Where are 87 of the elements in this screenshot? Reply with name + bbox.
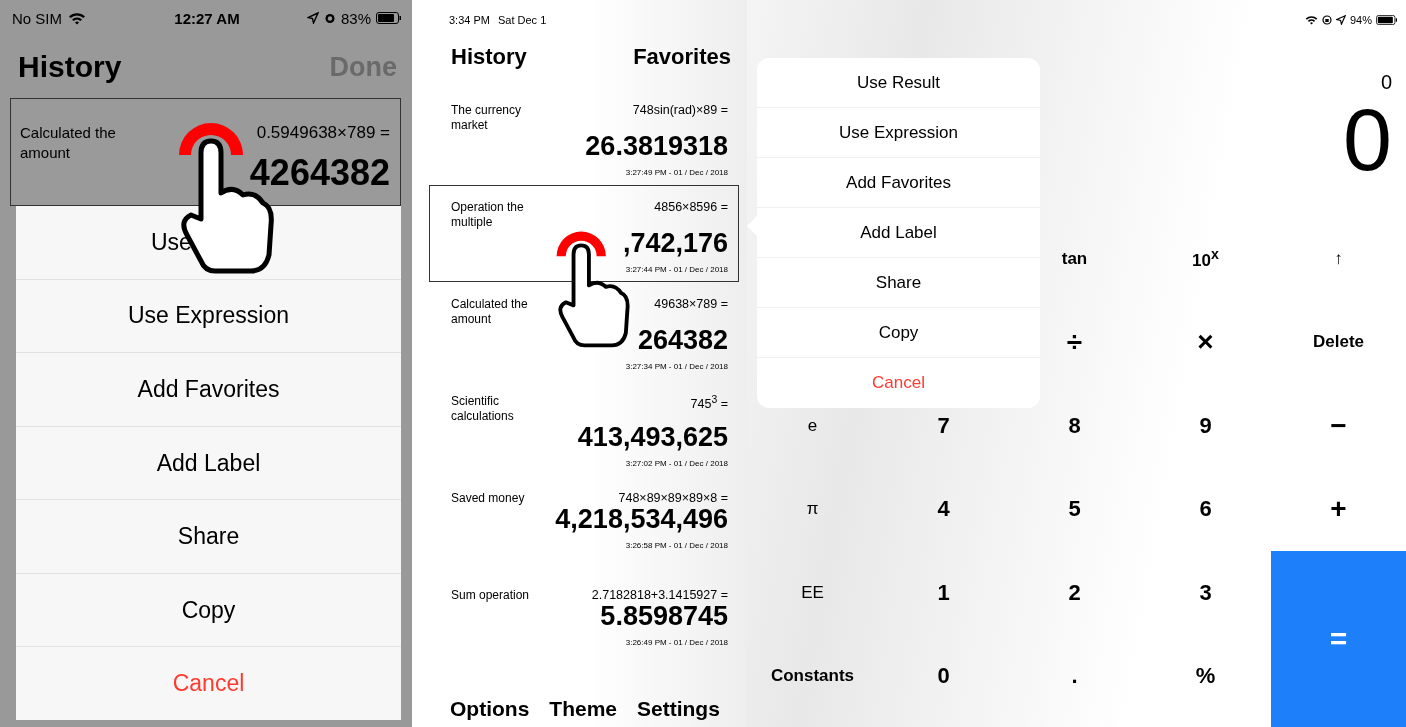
entry-label: Calculated the amount (451, 297, 529, 327)
bottom-menu-item[interactable]: Options (450, 697, 530, 721)
action-sheet-item[interactable]: Copy (16, 573, 401, 648)
keypad-key[interactable]: . (1009, 634, 1140, 718)
keypad-key[interactable]: Delete (1271, 300, 1406, 384)
battery-percent: 94% (1349, 14, 1372, 26)
action-sheet-item[interactable]: Use Expression (16, 279, 401, 354)
entry-expression: 748sin(rad)×89 = (632, 103, 728, 119)
alarm-clock-icon (323, 12, 336, 24)
history-title: History (18, 50, 122, 84)
keypad-key[interactable]: Constants (747, 634, 878, 718)
entry-result: 4264382 (249, 152, 390, 194)
entry-result: 4,218,534,496 (555, 504, 728, 535)
entry-expression: 49638×789 = (654, 297, 728, 313)
entry-label: Saved money (451, 491, 526, 506)
keypad-key[interactable]: + (1271, 467, 1406, 551)
entry-result: 413,493,625 (577, 422, 728, 453)
keypad-key[interactable]: 10$^{x}$ (1140, 217, 1271, 301)
entry-expression: 745$^{3}$ = (690, 394, 728, 414)
history-entry[interactable]: Saved money 748×89×89×89×8 = 4,218,534,496 3:26:58 PM - 01 / Dec / 2018 (429, 476, 739, 573)
entry-expression: 0.5949638×789 = (256, 123, 390, 144)
context-menu-item[interactable]: Use Expression (757, 108, 1040, 158)
battery-icon (376, 12, 402, 24)
bottom-menu-item[interactable]: Theme (549, 697, 617, 721)
keypad-key[interactable]: π (747, 467, 878, 551)
entry-timestamp: 3:27:44 PM - 01 / Dec / 2018 (625, 265, 728, 274)
context-menu-item[interactable]: Share (757, 258, 1040, 308)
context-menu-item[interactable]: Add Favorites (757, 158, 1040, 208)
context-menu-item[interactable]: Copy (757, 308, 1040, 358)
entry-expression: 4856×8596 = (654, 200, 728, 216)
rotation-lock-icon (1321, 15, 1332, 25)
entry-timestamp: 3:27:02 PM - 01 / Dec / 2018 (625, 459, 728, 468)
location-arrow-icon (1335, 15, 1346, 25)
context-menu-item[interactable]: Use Result (757, 58, 1040, 108)
keypad-key[interactable]: EE (747, 551, 878, 635)
keypad-key[interactable]: ↑ (1271, 217, 1406, 301)
status-date: Sat Dec 1 (497, 14, 547, 26)
action-sheet-item[interactable]: Share (16, 500, 401, 574)
entry-label: Calculated the amount (20, 123, 117, 162)
action-sheet-item[interactable]: Add Label (16, 426, 401, 501)
entry-timestamp: 3:27:34 PM - 01 / Dec / 2018 (625, 362, 728, 371)
keypad-key[interactable]: × (1140, 300, 1271, 384)
history-entry-card[interactable]: Calculated the amount 0.5949638×789 = 4264382 (10, 98, 401, 206)
equals-key[interactable]: = (1271, 551, 1406, 727)
display-value: 0 (1343, 96, 1392, 184)
wifi-icon (68, 11, 86, 25)
status-time: 12:27 AM (174, 9, 240, 27)
keypad-key[interactable]: 5 (1009, 467, 1140, 551)
entry-result: ,742,176 (622, 228, 728, 259)
entry-timestamp: 3:26:58 PM - 01 / Dec / 2018 (625, 541, 728, 550)
keypad-key[interactable]: 2 (1009, 551, 1140, 635)
keypad-key[interactable]: % (1140, 634, 1271, 718)
entry-expression: 748×89×89×89×8 = (618, 491, 728, 506)
history-entry[interactable]: Operation the multiple 4856×8596 = ,742,176 3:27:44 PM - 01 / Dec / 2018 (429, 185, 739, 282)
status-time: 3:34 PM (449, 14, 490, 26)
bottom-menu-item[interactable]: Settings (637, 697, 720, 721)
entry-label: Sum operation (451, 588, 531, 603)
battery-icon (1376, 15, 1398, 25)
history-entry[interactable]: Sum operation 2.7182818+3.1415927 = 5.8598745 3:26:49 PM - 01 / Dec / 2018 (429, 573, 739, 670)
battery-percent: 83% (340, 9, 371, 27)
action-sheet-item[interactable]: Add Favorites (16, 353, 401, 427)
entry-result: 5.8598745 (600, 601, 728, 632)
history-entry[interactable]: Calculated the amount 49638×789 = 264382 3:27:34 PM - 01 / Dec / 2018 (429, 282, 739, 379)
entry-result: 26.3819318 (585, 131, 728, 162)
context-menu-item[interactable]: Add Label (757, 208, 1040, 258)
keypad-key[interactable]: 1 (878, 551, 1009, 635)
entry-expression: 2.7182818+3.1415927 = (591, 588, 728, 603)
history-entry[interactable]: Scientific calculations 745$^{3}$ = 413,493,625 3:27:02 PM - 01 / Dec / 2018 (429, 379, 739, 476)
history-entry[interactable]: The currency market 748sin(rad)×89 = 26.3819318 3:27:49 PM - 01 / Dec / 2018 (429, 88, 739, 185)
keypad-key[interactable]: 9 (1140, 384, 1271, 468)
panel-title[interactable]: Favorites (633, 44, 731, 84)
entry-label: Scientific calculations (451, 394, 515, 424)
keypad-key[interactable]: 0 (878, 634, 1009, 718)
location-arrow-icon (306, 12, 319, 24)
keypad-key[interactable]: 4 (878, 467, 1009, 551)
keypad-key[interactable]: − (1271, 384, 1406, 468)
wifi-icon (1304, 15, 1318, 25)
entry-label: The currency market (451, 103, 523, 133)
keypad-key[interactable]: 3 (1140, 551, 1271, 635)
keypad-key[interactable]: 6 (1140, 467, 1271, 551)
entry-label: Operation the multiple (451, 200, 525, 230)
display-expression: 0 (1380, 71, 1392, 94)
entry-result: 264382 (637, 325, 728, 356)
entry-timestamp: 3:27:49 PM - 01 / Dec / 2018 (625, 168, 728, 177)
carrier-label: No SIM (12, 9, 62, 27)
panel-title[interactable]: History (451, 44, 527, 84)
entry-timestamp: 3:26:49 PM - 01 / Dec / 2018 (625, 638, 728, 647)
